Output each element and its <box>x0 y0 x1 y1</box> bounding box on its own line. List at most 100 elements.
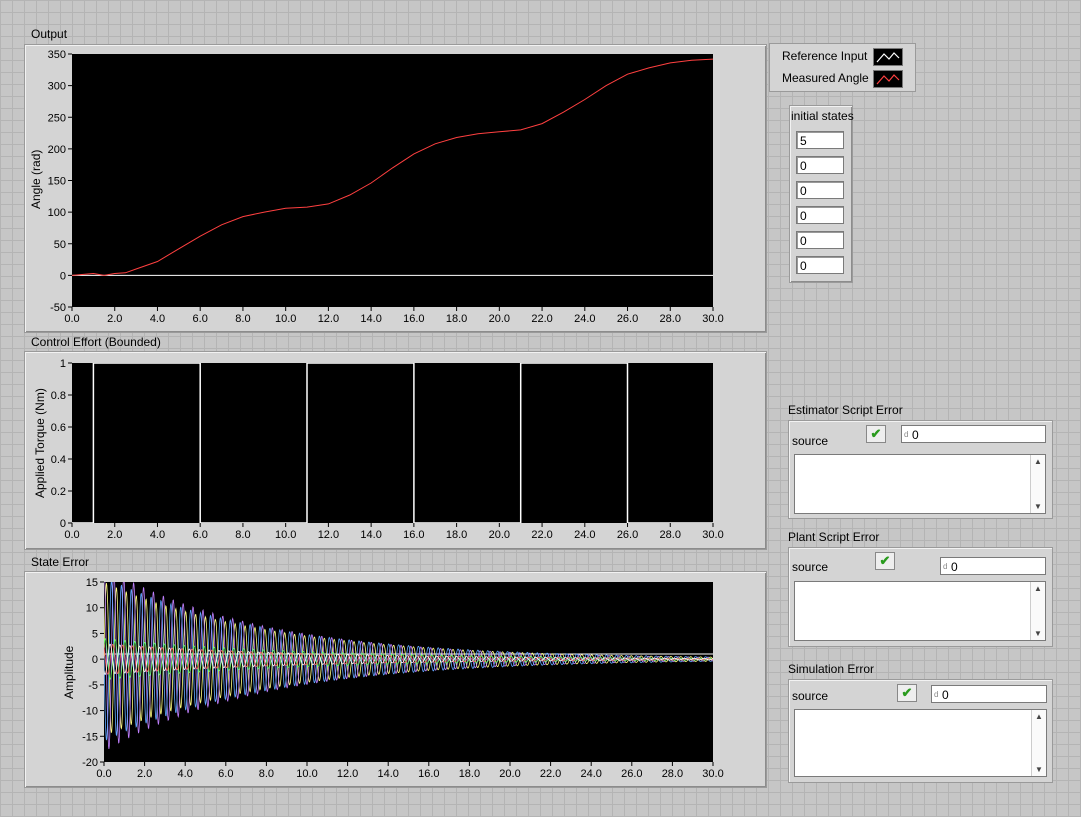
initial-state-2-input[interactable]: 0 <box>796 156 844 174</box>
legend-item-measured-angle[interactable]: Measured Angle <box>770 68 915 88</box>
x-tick-label: 14.0 <box>377 768 398 780</box>
y-tick-label: 100 <box>48 207 66 219</box>
x-tick-label: 22.0 <box>531 529 552 541</box>
legend-swatch-measured-angle[interactable] <box>873 70 903 88</box>
y-tick-label: -20 <box>82 757 98 769</box>
state-chart[interactable]: 0.0 2.0 4.0 6.0 8.0 10.0 12.0 14.0 16.0 18.0 20.0 2… <box>24 571 765 789</box>
y-tick-label: -15 <box>82 731 98 743</box>
x-tick-label: 10.0 <box>275 529 296 541</box>
control-chart-title: Control Effort (Bounded) <box>31 335 161 349</box>
y-tick-label: 5 <box>92 628 98 640</box>
scroll-up-icon[interactable]: ▲ <box>1034 584 1042 593</box>
x-tick-label: 14.0 <box>360 529 381 541</box>
initial-state-4-input[interactable]: 0 <box>796 206 844 224</box>
initial-state-3-input[interactable]: 0 <box>796 181 844 199</box>
scroll-down-icon[interactable]: ▼ <box>1034 502 1042 511</box>
estimator-code-value: 0 <box>912 428 919 442</box>
x-tick-label: 8.0 <box>235 529 250 541</box>
x-tick-label: 18.0 <box>446 313 467 325</box>
plant-error-cluster: source ✔ d0 ▲ ▼ <box>788 547 1053 647</box>
simulation-scrollbar[interactable]: ▲ ▼ <box>1031 710 1046 776</box>
x-tick-label: 10.0 <box>275 313 296 325</box>
output-chart[interactable]: 0.0 2.0 4.0 6.0 8.0 10.0 12.0 14.0 16.0 18.0 20.0 2… <box>24 44 765 334</box>
estimator-code-field[interactable]: d0 <box>901 425 1046 443</box>
x-tick-label: 0.0 <box>96 768 111 780</box>
y-tick-label: 0 <box>92 654 98 666</box>
y-tick-label: 1 <box>60 358 66 370</box>
y-tick-label: 50 <box>54 239 66 251</box>
y-tick-label: 0.2 <box>51 486 66 498</box>
y-tick-label: 250 <box>48 112 66 124</box>
x-tick-label: 22.0 <box>540 768 561 780</box>
state-chart-title: State Error <box>31 555 90 569</box>
simulation-status-check-icon[interactable]: ✔ <box>897 684 917 702</box>
plant-status-check-icon[interactable]: ✔ <box>875 552 895 570</box>
x-tick-label: 6.0 <box>193 313 208 325</box>
plot-area <box>72 363 713 523</box>
x-tick-label: 24.0 <box>574 529 595 541</box>
simulation-code-field[interactable]: d0 <box>931 685 1047 703</box>
x-tick-label: 20.0 <box>499 768 520 780</box>
y-tick-label: 150 <box>48 176 66 188</box>
x-tick-label: 16.0 <box>403 313 424 325</box>
x-tick-label: 0.0 <box>64 529 79 541</box>
initial-states-title: initial states <box>791 109 854 123</box>
scroll-up-icon[interactable]: ▲ <box>1035 712 1043 721</box>
y-tick-label: 300 <box>48 81 66 93</box>
legend-label-reference-input: Reference Input <box>782 49 868 63</box>
initial-state-6-input[interactable]: 0 <box>796 256 844 274</box>
plant-code-field[interactable]: d0 <box>940 557 1046 575</box>
x-tick-label: 30.0 <box>702 768 723 780</box>
estimator-scrollbar[interactable]: ▲ ▼ <box>1030 455 1045 513</box>
x-tick-label: 22.0 <box>531 313 552 325</box>
initial-state-5-input[interactable]: 0 <box>796 231 844 249</box>
x-tick-label: 30.0 <box>702 313 723 325</box>
scroll-down-icon[interactable]: ▼ <box>1035 765 1043 774</box>
x-tick-label: 20.0 <box>489 313 510 325</box>
x-tick-label: 16.0 <box>403 529 424 541</box>
plant-error-title: Plant Script Error <box>788 530 880 544</box>
estimator-status-check-icon[interactable]: ✔ <box>866 425 886 443</box>
x-tick-label: 26.0 <box>617 313 638 325</box>
output-legend[interactable]: Reference Input Measured Angle <box>769 43 916 92</box>
simulation-source-label: source <box>792 689 829 703</box>
x-tick-label: 30.0 <box>702 529 723 541</box>
simulation-error-cluster: source ✔ d0 ▲ ▼ <box>788 679 1053 783</box>
output-chart-title: Output <box>31 27 68 41</box>
initial-state-1-input[interactable]: 5 <box>796 131 844 149</box>
simulation-source-textbox[interactable]: ▲ ▼ <box>794 709 1047 777</box>
plant-source-textbox[interactable]: ▲ ▼ <box>794 581 1046 641</box>
estimator-error-title: Estimator Script Error <box>788 403 903 417</box>
y-tick-label: 350 <box>48 49 66 61</box>
y-tick-label: 0 <box>60 518 66 530</box>
plot-area <box>72 54 713 307</box>
y-tick-label: -50 <box>50 302 66 314</box>
x-tick-label: 18.0 <box>459 768 480 780</box>
scroll-down-icon[interactable]: ▼ <box>1034 629 1042 638</box>
control-chart[interactable]: 0.0 2.0 4.0 6.0 8.0 10.0 12.0 14.0 16.0 18.0 20.0 2… <box>24 351 765 551</box>
simulation-code-value: 0 <box>942 688 949 702</box>
scroll-up-icon[interactable]: ▲ <box>1034 457 1042 466</box>
x-tick-label: 12.0 <box>318 313 339 325</box>
estimator-source-textbox[interactable]: ▲ ▼ <box>794 454 1046 514</box>
y-tick-label: -10 <box>82 706 98 718</box>
legend-swatch-reference-input[interactable] <box>873 48 903 66</box>
simulation-error-title: Simulation Error <box>788 662 875 676</box>
x-tick-label: 28.0 <box>660 313 681 325</box>
x-tick-label: 12.0 <box>337 768 358 780</box>
y-tick-label: 0 <box>60 270 66 282</box>
x-tick-label: 20.0 <box>489 529 510 541</box>
x-tick-label: 6.0 <box>218 768 233 780</box>
x-tick-label: 12.0 <box>318 529 339 541</box>
y-tick-label: 0.8 <box>51 390 66 402</box>
plant-scrollbar[interactable]: ▲ ▼ <box>1030 582 1045 640</box>
x-tick-label: 4.0 <box>178 768 193 780</box>
estimator-error-cluster: source ✔ d0 ▲ ▼ <box>788 420 1053 519</box>
legend-label-measured-angle: Measured Angle <box>782 71 869 85</box>
x-tick-label: 28.0 <box>662 768 683 780</box>
legend-item-reference-input[interactable]: Reference Input <box>770 46 915 66</box>
y-tick-label: 10 <box>86 603 98 615</box>
x-tick-label: 4.0 <box>150 529 165 541</box>
x-tick-label: 16.0 <box>418 768 439 780</box>
x-tick-label: 24.0 <box>580 768 601 780</box>
